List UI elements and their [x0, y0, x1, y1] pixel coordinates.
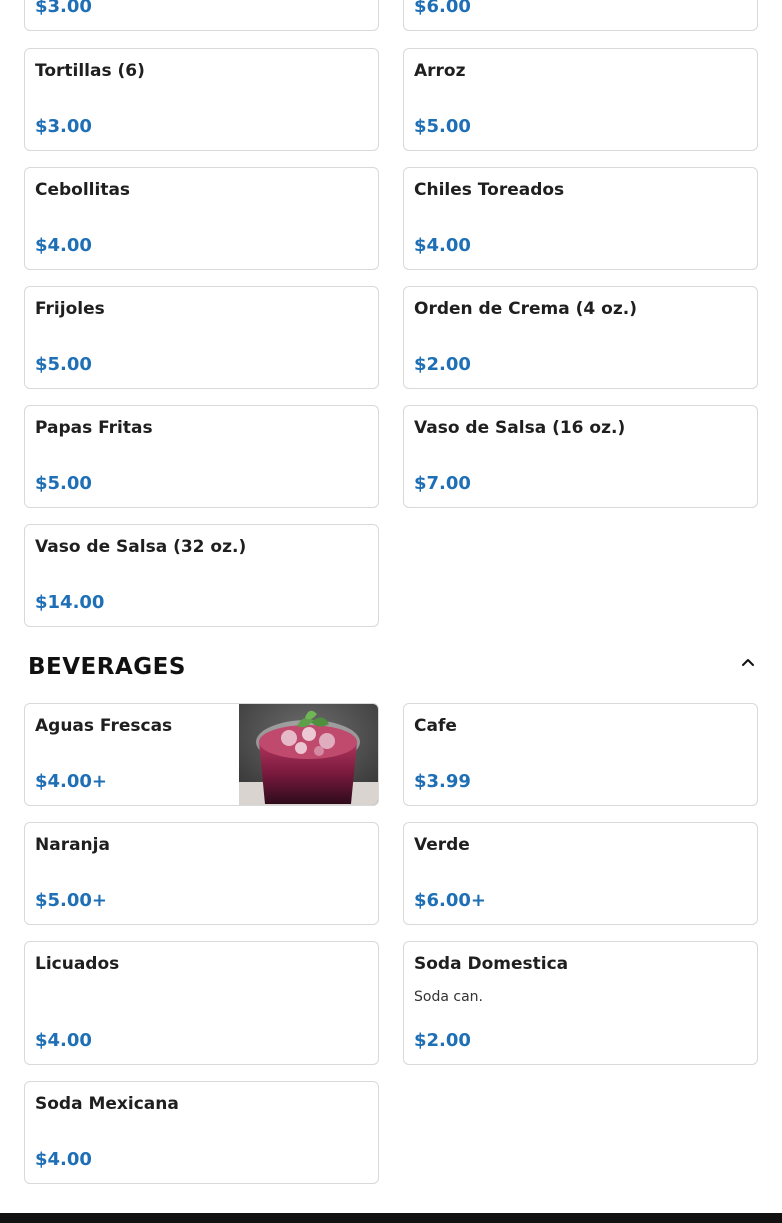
menu-item-card[interactable]: Licuados $4.00 — [24, 941, 379, 1065]
menu-item-card[interactable]: $6.00 — [403, 0, 758, 31]
menu-item-card[interactable]: Aguas Frescas $4.00+ — [24, 703, 379, 806]
menu-item-card[interactable]: Orden de Crema (4 oz.) $2.00 — [403, 286, 758, 389]
menu-item-card[interactable]: Cafe $3.99 — [403, 703, 758, 806]
menu-item-price: $4.00+ — [35, 771, 108, 792]
sides-grid: Tortillas (6) $3.00 Arroz $5.00 Cebollit… — [24, 48, 758, 627]
menu-item-card[interactable]: Tortillas (6) $3.00 — [24, 48, 379, 151]
menu-item-card[interactable]: Papas Fritas $5.00 — [24, 405, 379, 508]
menu-item-name: Orden de Crema (4 oz.) — [414, 299, 637, 319]
menu-item-price: $5.00 — [414, 116, 471, 137]
menu-item-name: Licuados — [35, 954, 120, 974]
menu-item-card[interactable]: Soda Domestica Soda can. $2.00 — [403, 941, 758, 1065]
menu-item-card[interactable]: Soda Mexicana $4.00 — [24, 1081, 379, 1184]
menu-item-price: $4.00 — [414, 235, 471, 256]
menu-item-name: Naranja — [35, 835, 110, 855]
menu-item-price: $3.00 — [35, 116, 92, 137]
menu-item-price: $2.00 — [414, 1030, 471, 1051]
menu-item-price: $6.00+ — [414, 890, 487, 911]
chevron-up-icon[interactable] — [738, 652, 758, 672]
menu-item-price: $4.00 — [35, 1030, 92, 1051]
beverages-grid: Aguas Frescas $4.00+ Cafe $3.99 Naranja … — [24, 703, 758, 1184]
menu-item-image — [239, 704, 378, 805]
menu-item-card[interactable]: Arroz $5.00 — [403, 48, 758, 151]
menu-item-name: Soda Mexicana — [35, 1094, 179, 1114]
menu-item-card[interactable]: Cebollitas $4.00 — [24, 167, 379, 270]
sides-grid-partial: $3.00 $6.00 — [24, 0, 758, 31]
menu-item-price: $14.00 — [35, 592, 105, 613]
menu-item-name: Soda Domestica — [414, 954, 569, 974]
menu-item-card[interactable]: Naranja $5.00+ — [24, 822, 379, 925]
menu-item-name: Cafe — [414, 716, 457, 736]
menu-item-price: $3.00 — [35, 0, 92, 17]
menu-item-card[interactable]: Verde $6.00+ — [403, 822, 758, 925]
menu-item-card[interactable]: Frijoles $5.00 — [24, 286, 379, 389]
menu-item-card[interactable]: Chiles Toreados $4.00 — [403, 167, 758, 270]
footer-bar — [0, 1213, 782, 1223]
section-title: BEVERAGES — [28, 654, 186, 680]
menu-item-name: Cebollitas — [35, 180, 131, 200]
menu-item-name: Vaso de Salsa (32 oz.) — [35, 537, 247, 557]
menu-item-name: Vaso de Salsa (16 oz.) — [414, 418, 626, 438]
menu-item-name: Chiles Toreados — [414, 180, 565, 200]
menu-item-name: Papas Fritas — [35, 418, 153, 438]
menu-item-price: $5.00+ — [35, 890, 108, 911]
menu-item-price: $3.99 — [414, 771, 471, 792]
menu-item-price: $5.00 — [35, 473, 92, 494]
menu-item-price: $4.00 — [35, 235, 92, 256]
menu-item-card[interactable]: Vaso de Salsa (16 oz.) $7.00 — [403, 405, 758, 508]
menu-item-name: Arroz — [414, 61, 466, 81]
menu-item-price: $7.00 — [414, 473, 471, 494]
menu-item-price: $6.00 — [414, 0, 471, 17]
menu-item-name: Aguas Frescas — [35, 716, 173, 736]
menu-item-card[interactable]: $3.00 — [24, 0, 379, 31]
menu-item-description: Soda can. — [414, 989, 483, 1005]
menu-item-price: $2.00 — [414, 354, 471, 375]
menu-item-name: Frijoles — [35, 299, 105, 319]
menu-item-price: $4.00 — [35, 1149, 92, 1170]
menu-item-price: $5.00 — [35, 354, 92, 375]
menu-item-name: Tortillas (6) — [35, 61, 145, 81]
menu-item-card[interactable]: Vaso de Salsa (32 oz.) $14.00 — [24, 524, 379, 627]
section-header-beverages[interactable]: BEVERAGES — [28, 652, 758, 686]
menu-item-name: Verde — [414, 835, 470, 855]
